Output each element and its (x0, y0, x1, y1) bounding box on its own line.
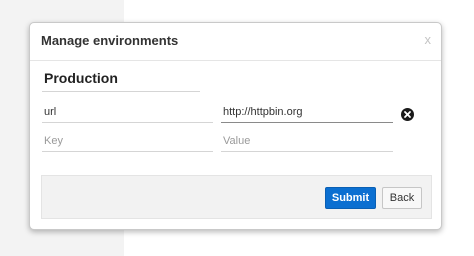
manage-environments-modal: Manage environments x Production Submit … (29, 22, 442, 230)
submit-button[interactable]: Submit (325, 187, 376, 209)
new-value-input[interactable] (221, 130, 393, 152)
remove-circle-icon[interactable] (401, 108, 414, 121)
close-icon[interactable]: x (425, 32, 432, 47)
back-button[interactable]: Back (382, 187, 422, 209)
new-key-input[interactable] (42, 130, 213, 152)
modal-title: Manage environments (41, 33, 179, 48)
modal-header: Manage environments x (30, 23, 441, 61)
modal-footer: Submit Back (41, 175, 432, 219)
variable-value-input[interactable] (221, 101, 393, 123)
variable-key-input[interactable] (42, 101, 213, 123)
environment-name[interactable]: Production (42, 70, 200, 92)
